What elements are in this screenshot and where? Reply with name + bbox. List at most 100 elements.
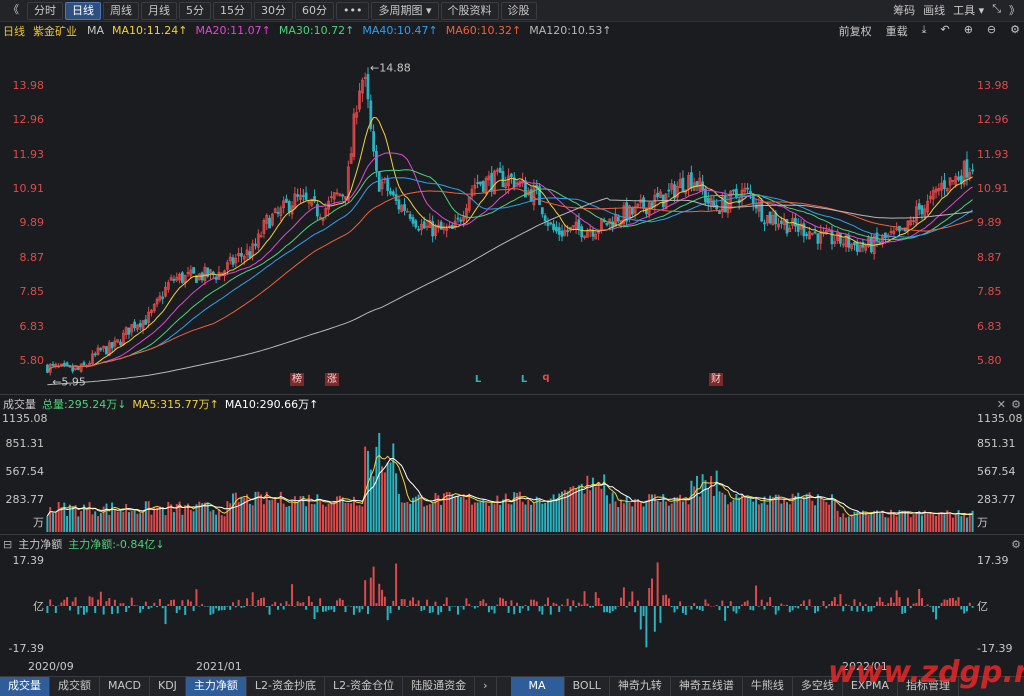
volume-bar bbox=[771, 497, 774, 532]
flow-bar bbox=[156, 606, 159, 608]
volume-close-icon[interactable]: ✕ bbox=[997, 398, 1006, 411]
candle-body bbox=[566, 230, 570, 233]
undo-icon[interactable]: ↶ bbox=[940, 23, 949, 39]
tab-l2-position[interactable]: L2-资金仓位 bbox=[325, 677, 404, 696]
volume-chart[interactable] bbox=[46, 414, 974, 532]
volume-bar bbox=[459, 497, 462, 532]
candlestick-chart[interactable]: ←14.88 ←5.95 bbox=[46, 40, 974, 390]
flow-bar bbox=[563, 605, 566, 607]
event-marker[interactable]: 财 bbox=[709, 373, 723, 386]
flow-bar bbox=[541, 606, 544, 615]
tools-button[interactable]: 工具 ▾ bbox=[953, 2, 984, 18]
tab-net-flow[interactable]: 主力净额 bbox=[185, 677, 247, 696]
ma120-value: MA120:10.53↑ bbox=[529, 24, 612, 37]
flow-settings-icon[interactable]: ⚙ bbox=[1011, 538, 1021, 551]
volume-bar bbox=[875, 510, 878, 532]
tab-hk-connect[interactable]: 陆股通资金 bbox=[403, 677, 476, 696]
ma-label[interactable]: MA bbox=[87, 24, 104, 37]
tab-kdj[interactable]: KDJ bbox=[150, 677, 186, 696]
flow-bar bbox=[307, 596, 310, 606]
event-marker[interactable]: q bbox=[541, 371, 551, 384]
tab-60min[interactable]: 60分 bbox=[295, 1, 334, 20]
tab-monthly[interactable]: 月线 bbox=[141, 1, 177, 20]
candle-body bbox=[616, 216, 620, 222]
flow-bar bbox=[935, 606, 938, 620]
chip-button[interactable]: 筹码 bbox=[893, 2, 915, 18]
flow-bar bbox=[330, 606, 333, 610]
flow-minus-icon[interactable]: ⊟ bbox=[3, 538, 12, 551]
draw-button[interactable]: 画线 bbox=[923, 2, 945, 18]
zoom-in-icon[interactable]: ⊕ bbox=[964, 23, 973, 39]
zoom-out-icon[interactable]: ⊖ bbox=[987, 23, 996, 39]
volume-bar bbox=[389, 462, 392, 532]
tab-5min[interactable]: 5分 bbox=[179, 1, 211, 20]
tab-multi-period[interactable]: 多周期图 ▾ bbox=[371, 1, 439, 20]
candle-body bbox=[119, 341, 122, 346]
volume-bar bbox=[499, 504, 502, 532]
candle-body bbox=[71, 366, 75, 372]
forward-arrow-icon[interactable]: 》 bbox=[1009, 2, 1020, 18]
event-marker[interactable]: 榜 bbox=[290, 373, 304, 386]
tab-15min[interactable]: 15分 bbox=[213, 1, 252, 20]
tab-scroll-icon[interactable]: › bbox=[475, 677, 497, 696]
event-marker[interactable]: L bbox=[519, 373, 529, 386]
candle-body bbox=[93, 353, 97, 356]
tab-30min[interactable]: 30分 bbox=[254, 1, 293, 20]
volume-bar bbox=[715, 470, 718, 532]
tab-boll[interactable]: BOLL bbox=[565, 677, 610, 696]
tab-daily[interactable]: 日线 bbox=[65, 1, 101, 20]
volume-bar bbox=[800, 499, 803, 532]
volume-bar bbox=[482, 498, 485, 532]
tab-stock-info[interactable]: 个股资料 bbox=[440, 1, 499, 20]
volume-title[interactable]: 成交量 bbox=[3, 396, 36, 412]
flow-bar bbox=[161, 606, 164, 609]
tab-l2-bottom[interactable]: L2-资金抄底 bbox=[247, 677, 326, 696]
back-arrow-icon[interactable]: 《 bbox=[2, 2, 25, 20]
net-flow-chart[interactable] bbox=[46, 554, 974, 658]
candle-body bbox=[605, 222, 609, 226]
tab-turnover[interactable]: 成交额 bbox=[50, 677, 100, 696]
flow-bar bbox=[878, 597, 881, 606]
volume-bar bbox=[845, 517, 848, 532]
candle-body bbox=[51, 363, 55, 366]
restore-button[interactable]: 前复权 bbox=[839, 23, 872, 39]
candle-body bbox=[805, 233, 809, 237]
candle-body bbox=[476, 182, 480, 184]
tab-bull-bear[interactable]: 牛熊线 bbox=[743, 677, 793, 696]
tab-more[interactable]: ••• bbox=[336, 1, 370, 20]
volume-bar bbox=[172, 512, 175, 532]
flow-bar bbox=[909, 606, 912, 609]
fullscreen-icon[interactable]: ⤡ bbox=[992, 2, 1001, 18]
volume-bar bbox=[347, 502, 350, 532]
tab-intraday[interactable]: 分时 bbox=[27, 1, 63, 20]
volume-bar bbox=[445, 492, 448, 532]
tab-ma[interactable]: MA bbox=[510, 677, 565, 696]
event-marker[interactable]: 涨 bbox=[325, 373, 339, 386]
volume-bar bbox=[386, 462, 389, 532]
flow-bar bbox=[892, 602, 895, 606]
candle-body bbox=[540, 207, 544, 215]
volume-settings-icon[interactable]: ⚙ bbox=[1011, 398, 1021, 411]
volume-bar bbox=[583, 493, 586, 532]
reload-button[interactable]: 重载 bbox=[886, 23, 908, 39]
volume-bar bbox=[665, 501, 668, 532]
tab-magic-nine[interactable]: 神奇九转 bbox=[610, 677, 671, 696]
tab-magic-five[interactable]: 神奇五线谱 bbox=[671, 677, 743, 696]
tab-weekly[interactable]: 周线 bbox=[103, 1, 139, 20]
candle-body bbox=[414, 220, 418, 228]
tab-macd[interactable]: MACD bbox=[100, 677, 150, 696]
flow-bar bbox=[603, 606, 606, 613]
flow-title[interactable]: 主力净额 bbox=[18, 536, 62, 552]
event-marker[interactable]: L bbox=[473, 373, 483, 386]
flow-bar bbox=[833, 597, 836, 606]
volume-bar bbox=[859, 513, 862, 532]
low-price-label: ←5.95 bbox=[52, 375, 86, 388]
volume-bar bbox=[732, 499, 735, 532]
flow-bar bbox=[395, 563, 398, 606]
flow-bar bbox=[546, 597, 549, 606]
settings-icon[interactable]: ⚙ bbox=[1010, 23, 1020, 39]
download-icon[interactable]: ⤓ bbox=[922, 23, 927, 39]
tab-diagnose[interactable]: 诊股 bbox=[500, 1, 537, 20]
flow-bar bbox=[108, 597, 111, 606]
tab-volume[interactable]: 成交量 bbox=[0, 677, 50, 696]
